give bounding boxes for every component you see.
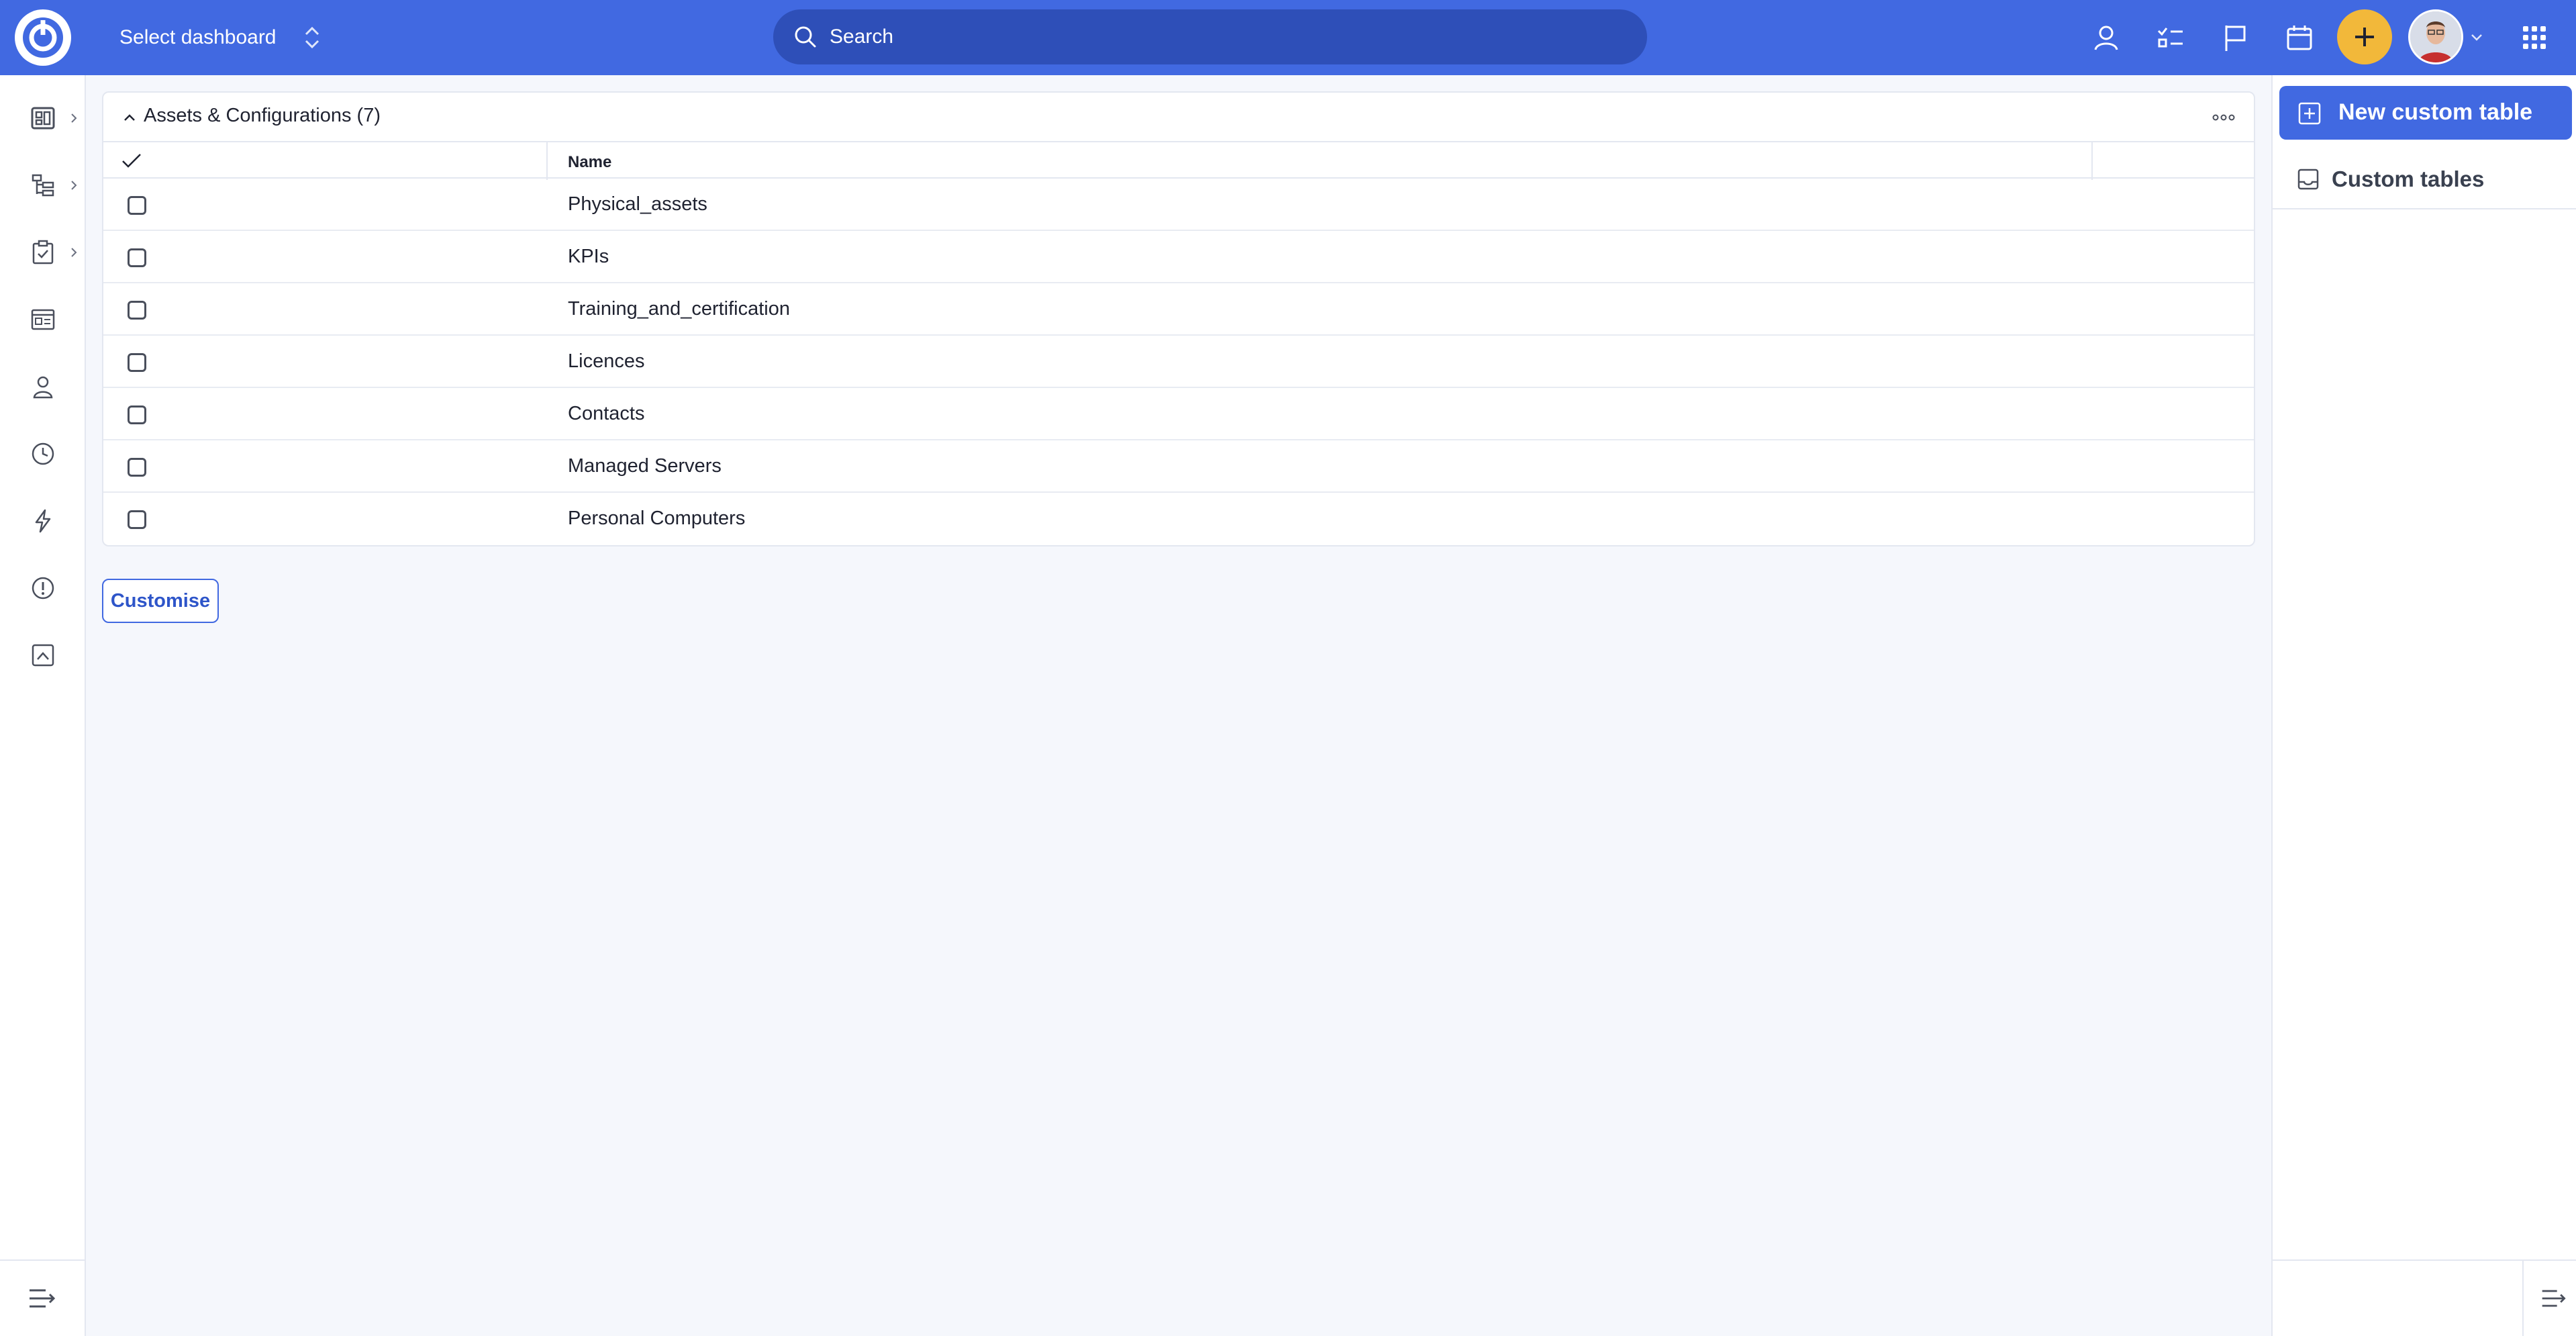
sidebar-item-actions[interactable] [0,494,86,548]
assets-configurations-panel: Assets & Configurations (7) Name Physica… [102,91,2255,546]
sidebar-item-dashboards[interactable] [0,91,86,145]
column-divider [546,142,548,180]
clock-icon [32,442,54,465]
alert-icon [32,577,54,600]
row-checkbox[interactable] [128,510,146,529]
sidebar-collapse-icon[interactable] [2540,1285,2569,1312]
row-name[interactable]: Contacts [568,403,644,425]
row-checkbox[interactable] [128,196,146,215]
top-bar: Select dashboard [0,0,2576,75]
table-row[interactable]: Training_and_certification [103,283,2254,336]
row-name[interactable]: Licences [568,350,644,373]
task-list-icon[interactable] [2150,17,2191,58]
select-all-check-icon[interactable] [119,150,144,172]
user-icon [33,376,53,399]
chevron-right-icon [71,248,77,257]
tasks-clipboard-icon [32,240,54,265]
sidebar-item-projects[interactable] [0,158,86,212]
row-checkbox[interactable] [128,405,146,424]
plus-square-icon [2298,102,2321,125]
sidebar-item-reports[interactable] [0,628,86,682]
row-checkbox[interactable] [128,301,146,320]
apps-grid-icon[interactable] [2514,17,2555,58]
chevron-updown-icon [305,26,319,49]
flag-icon[interactable] [2215,17,2255,58]
sidebar-item-users[interactable] [0,360,86,414]
sidebar-item-tasks[interactable] [0,226,86,279]
lightning-icon [35,509,51,533]
sidebar-item-alerts[interactable] [0,561,86,615]
calendar-icon[interactable] [2279,17,2320,58]
logo-icon [23,17,63,58]
new-custom-table-button[interactable]: New custom table [2279,86,2572,140]
table-row[interactable]: Licences [103,336,2254,388]
assets-table: Name Physical_assets KPIs Training_and_c… [103,141,2254,545]
footer-divider [2522,1261,2524,1336]
inbox-tray-icon [2297,169,2319,190]
left-sidebar [0,75,86,1336]
chevron-up-icon[interactable] [119,107,140,128]
chevron-right-icon [71,181,77,190]
dashboard-select[interactable]: Select dashboard [119,19,321,56]
row-name[interactable]: Managed Servers [568,455,722,477]
quick-add-button[interactable] [2337,9,2392,64]
projects-tree-icon [32,174,54,197]
customise-button[interactable]: Customise [102,579,219,623]
table-row[interactable]: Contacts [103,388,2254,440]
table-header: Name [103,141,2254,180]
sidebar-item-cards[interactable] [0,293,86,346]
chevron-down-icon[interactable] [2463,17,2490,58]
cards-icon [31,309,55,330]
custom-tables-link[interactable]: Custom tables [2273,149,2576,209]
column-divider [2091,142,2093,180]
new-custom-table-label: New custom table [2338,99,2533,125]
row-name[interactable]: Personal Computers [568,508,745,530]
sidebar-footer [0,1259,86,1336]
row-name[interactable]: Training_and_certification [568,298,790,320]
avatar[interactable] [2408,9,2463,64]
more-options-icon[interactable] [2208,107,2239,128]
dashboard-select-label: Select dashboard [119,26,277,48]
plus-icon [2355,28,2374,46]
report-icon [32,644,54,667]
row-name[interactable]: KPIs [568,246,609,268]
dashboard-icon [31,107,55,130]
panel-title: Assets & Configurations (7) [144,105,381,126]
search-input[interactable] [830,26,1635,48]
table-row[interactable]: Managed Servers [103,440,2254,493]
user-icon[interactable] [2086,17,2126,58]
search-bar[interactable] [773,9,1647,64]
table-row[interactable]: KPIs [103,231,2254,283]
right-sidebar: New custom table Custom tables [2271,75,2576,1336]
row-checkbox[interactable] [128,248,146,267]
table-row[interactable]: Personal Computers [103,493,2254,545]
row-name[interactable]: Physical_assets [568,193,707,216]
custom-tables-label: Custom tables [2332,166,2485,191]
search-icon [795,26,816,48]
row-checkbox[interactable] [128,353,146,372]
sidebar-collapse-icon[interactable] [27,1285,59,1312]
right-sidebar-footer [2273,1259,2576,1336]
chevron-right-icon [71,113,77,123]
sidebar-item-time[interactable] [0,427,86,481]
app-logo[interactable] [15,9,71,66]
column-header-name[interactable]: Name [568,153,611,172]
row-checkbox[interactable] [128,458,146,477]
panel-header: Assets & Configurations (7) [103,93,2254,141]
table-row[interactable]: Physical_assets [103,179,2254,231]
